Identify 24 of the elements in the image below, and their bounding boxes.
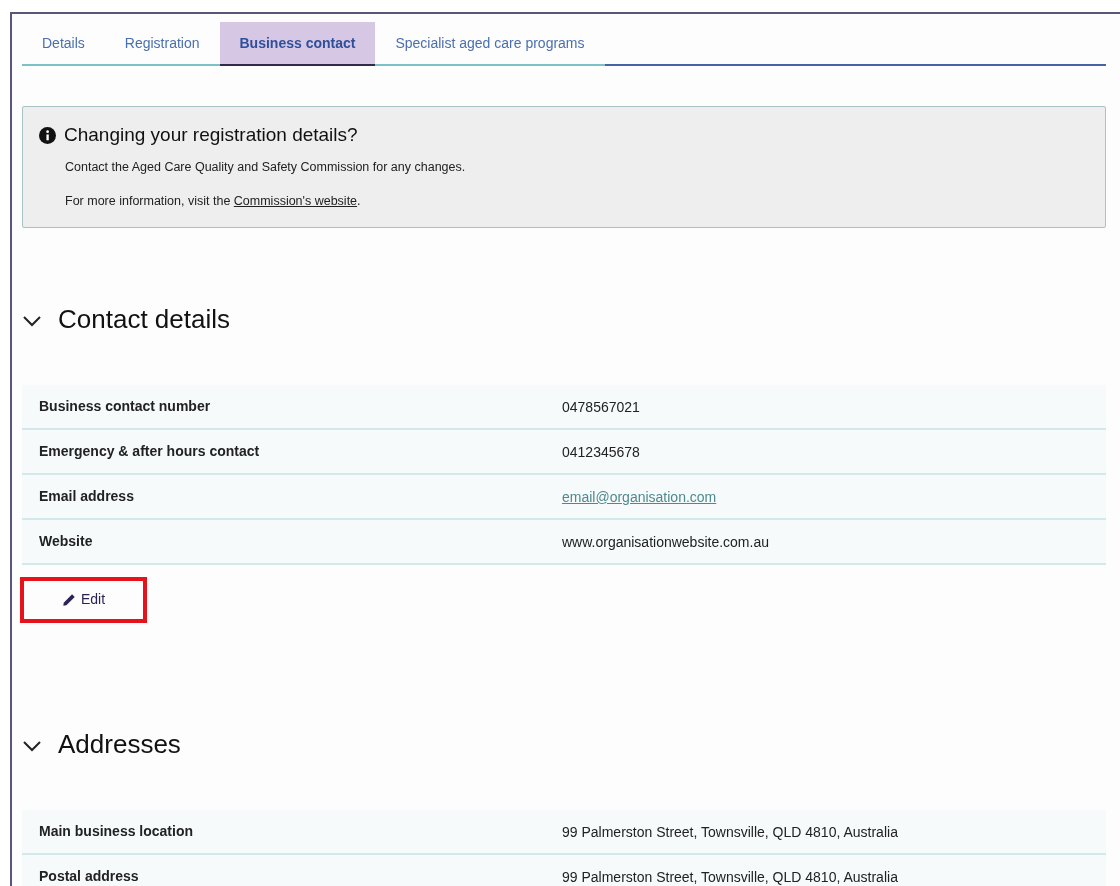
pencil-icon: [62, 592, 76, 607]
tab[interactable]: Details: [22, 22, 105, 66]
section-heading: Addresses: [58, 729, 181, 761]
field-label: Email address: [39, 488, 134, 505]
field-value: 99 Palmerston Street, Townsville, QLD 4810, Australia: [562, 823, 898, 840]
section-heading: Contact details: [58, 304, 230, 336]
email-link[interactable]: email@organisation.com: [562, 488, 717, 505]
field-value: www.organisationwebsite.com.au: [562, 533, 769, 550]
tab[interactable]: Business contact: [219, 22, 376, 66]
field-value: 99 Palmerston Street, Townsville, QLD 4810, Australia: [562, 868, 898, 885]
edit-button[interactable]: Edit: [24, 581, 144, 620]
info-icon: [39, 126, 56, 144]
field-value: 0412345678: [562, 443, 640, 460]
field-label: Emergency & after hours contact: [39, 443, 260, 460]
field-label: Business contact number: [39, 398, 211, 415]
notice-title: Changing your registration details?: [64, 123, 358, 147]
field-label: Main business location: [39, 823, 194, 840]
notice-text: For more information, visit the Commission's website.: [65, 193, 362, 211]
field-label: Website: [39, 533, 93, 550]
website-link[interactable]: Commission's website: [233, 194, 358, 209]
tab[interactable]: Specialist aged care programs: [375, 22, 605, 66]
field-label: Postal address: [39, 868, 139, 885]
field-value: 0478567021: [562, 398, 640, 415]
notice-text: Contact the Aged Care Quality and Safety Commission for any changes.: [65, 158, 467, 176]
